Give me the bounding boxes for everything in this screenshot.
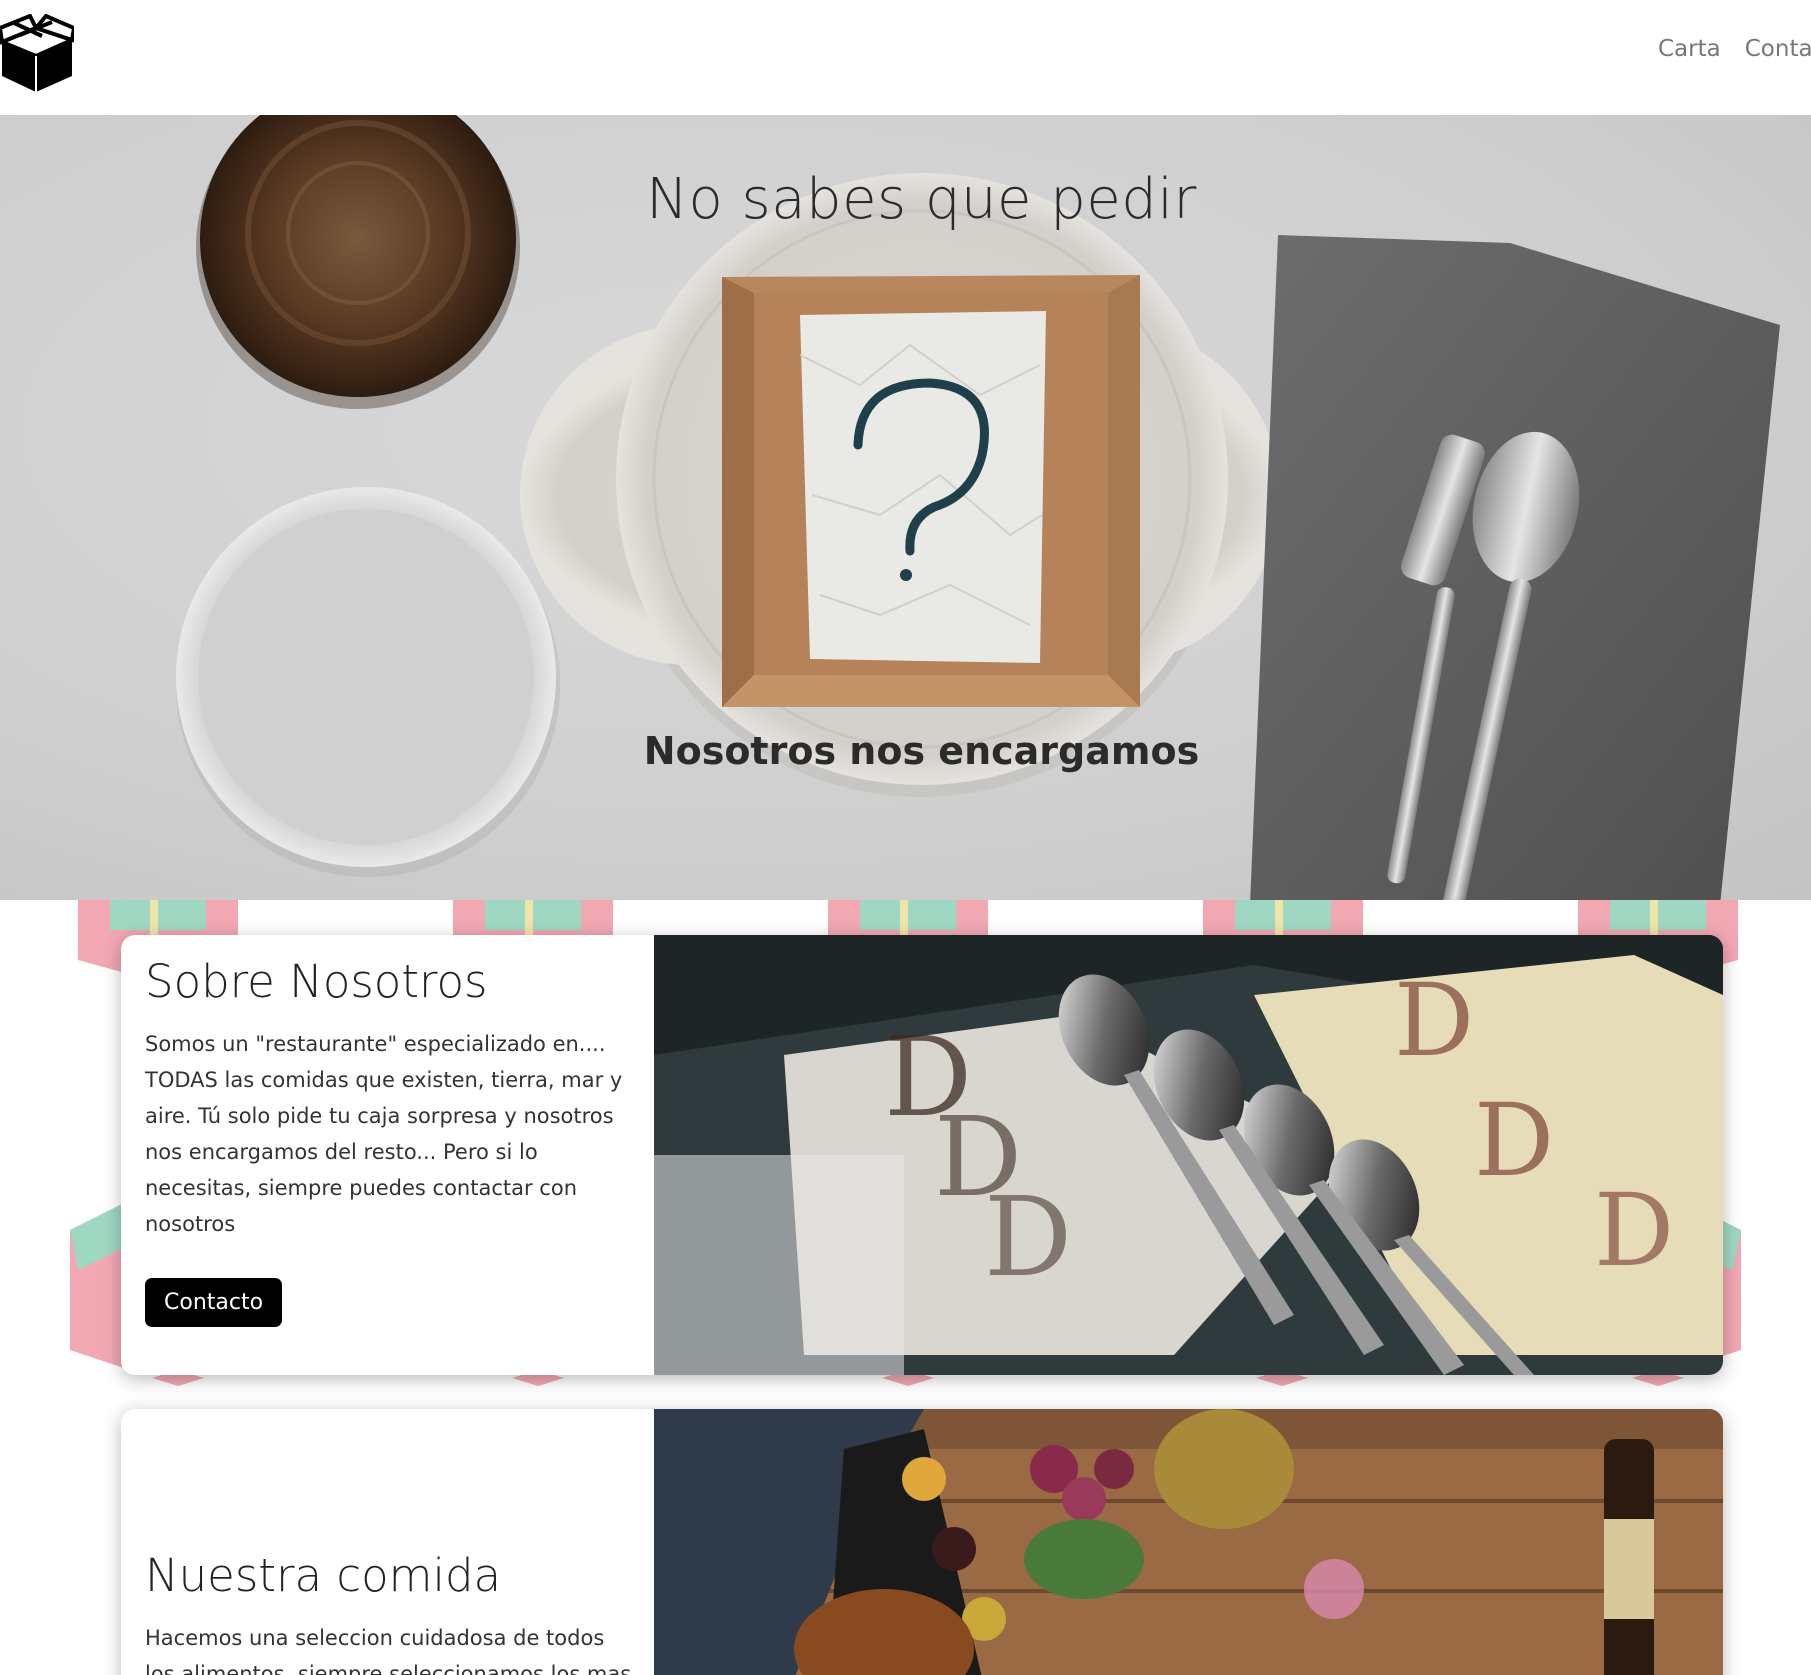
spoons-photo: D D D D D D xyxy=(654,935,1723,1375)
about-title: Sobre Nosotros xyxy=(145,955,488,1008)
box-logo-icon[interactable] xyxy=(0,14,74,94)
food-description: Hacemos una seleccion cuidadosa de todos… xyxy=(145,1626,632,1675)
nav-links: Carta Conta xyxy=(1658,36,1811,62)
about-description: Somos un "restaurante" especializado en.… xyxy=(145,1032,623,1236)
svg-text:D: D xyxy=(1394,962,1474,1079)
hero-title: No sabes que pedir xyxy=(646,167,1197,232)
svg-text:D: D xyxy=(1474,1082,1554,1199)
about-card-text: Sobre Nosotros Somos un "restaurante" es… xyxy=(145,955,635,1327)
food-card-text: Nuestra comida Hacemos una seleccion cui… xyxy=(145,1549,635,1675)
svg-text:D: D xyxy=(984,1173,1072,1301)
food-title: Nuestra comida xyxy=(145,1549,502,1602)
contact-button[interactable]: Contacto xyxy=(145,1278,283,1327)
food-card: Nuestra comida Hacemos una seleccion cui… xyxy=(121,1409,1723,1675)
nav-link-contacto[interactable]: Conta xyxy=(1745,36,1811,62)
hero-subtitle: Nosotros nos encargamos xyxy=(643,729,1200,773)
navbar: Carta Conta xyxy=(0,0,1811,115)
hero-background-image xyxy=(176,115,1780,900)
about-card: Sobre Nosotros Somos un "restaurante" es… xyxy=(121,935,1723,1375)
food-table-photo xyxy=(654,1409,1723,1675)
hero-banner: No sabes que pedir Nosotros nos encargam… xyxy=(0,115,1811,900)
svg-text:D: D xyxy=(1594,1172,1674,1289)
nav-link-carta[interactable]: Carta xyxy=(1658,36,1721,62)
